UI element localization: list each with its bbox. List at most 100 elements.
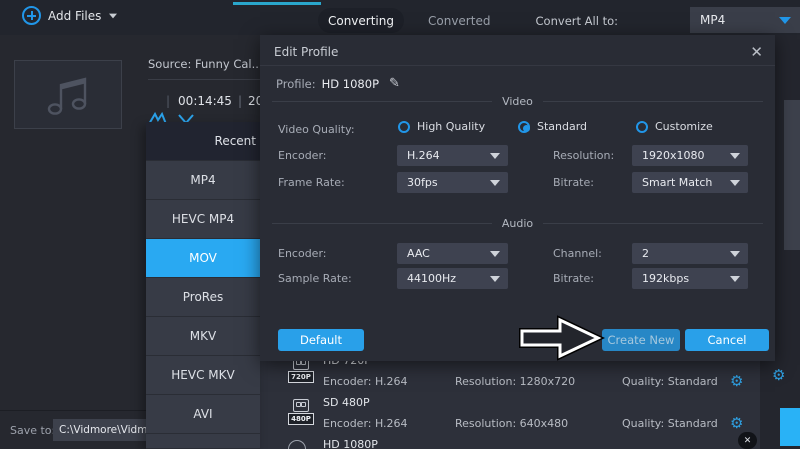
separator: | bbox=[232, 94, 248, 108]
profile-encoder: Encoder: H.264 bbox=[323, 417, 408, 430]
format-item-hevc-mkv[interactable]: HEVC MKV bbox=[146, 356, 260, 394]
media-toolbar-icons[interactable] bbox=[146, 110, 206, 122]
audio-bitrate-dropdown[interactable]: 192kbps bbox=[632, 268, 748, 289]
resolution-badge: 480P bbox=[288, 413, 314, 425]
resolution-dropdown[interactable]: 1920x1080 bbox=[632, 145, 748, 166]
video-file-icon bbox=[288, 440, 306, 449]
default-button[interactable]: Default bbox=[278, 329, 364, 351]
resolution-label: Resolution: bbox=[553, 149, 614, 162]
plus-circle-icon bbox=[22, 6, 41, 25]
profile-list-panel: 720P HD 720P Encoder: H.264 Resolution: … bbox=[260, 352, 760, 449]
frame-rate-label: Frame Rate: bbox=[278, 176, 345, 189]
save-to-path-input[interactable]: C:\Vidmore\Vidmor bbox=[53, 419, 160, 441]
dropdown-value: 44100Hz bbox=[407, 272, 456, 285]
profile-row-hd1080p[interactable]: HD 1080P bbox=[260, 436, 760, 449]
audio-section-header: Audio bbox=[272, 217, 763, 230]
video-encoder-dropdown[interactable]: H.264 bbox=[397, 145, 508, 166]
save-to-label: Save to: bbox=[10, 424, 55, 437]
chevron-down-icon bbox=[779, 17, 791, 24]
format-item-hevc-mp4[interactable]: HEVC MP4 bbox=[146, 200, 260, 238]
profile-name: SD 480P bbox=[323, 396, 370, 409]
resolution-badge: 720P bbox=[288, 371, 314, 383]
tab-converted-label: Converted bbox=[428, 14, 490, 28]
tab-converting-label: Converting bbox=[328, 14, 394, 28]
scrollbar-track[interactable] bbox=[784, 100, 800, 250]
format-list-panel: Recent MP4 HEVC MP4 MOV ProRes MKV HEVC … bbox=[146, 122, 260, 449]
media-thumbnail bbox=[14, 60, 122, 129]
dropdown-value: 2 bbox=[642, 247, 649, 260]
audio-encoder-dropdown[interactable]: AAC bbox=[397, 243, 508, 264]
chevron-down-icon bbox=[490, 276, 500, 282]
radio-label: High Quality bbox=[417, 120, 485, 133]
video-file-icon: 720P bbox=[288, 357, 314, 387]
radio-standard[interactable]: Standard bbox=[518, 120, 587, 133]
radio-label: Standard bbox=[537, 120, 587, 133]
tab-converted[interactable]: Converted bbox=[428, 8, 490, 33]
chevron-down-icon bbox=[490, 180, 500, 186]
chevron-down-icon bbox=[490, 251, 500, 257]
profile-resolution: Resolution: 1280x720 bbox=[455, 375, 575, 388]
video-file-icon: 480P bbox=[288, 399, 314, 429]
format-item-mp4[interactable]: MP4 bbox=[146, 161, 260, 199]
save-to-path-value: C:\Vidmore\Vidmor bbox=[59, 424, 158, 436]
profile-encoder: Encoder: H.264 bbox=[323, 375, 408, 388]
sample-rate-dropdown[interactable]: 44100Hz bbox=[397, 268, 508, 289]
convert-all-format-dropdown[interactable]: MP4 bbox=[690, 7, 800, 33]
chevron-down-icon bbox=[730, 251, 740, 257]
video-bitrate-dropdown[interactable]: Smart Match bbox=[632, 172, 748, 193]
channel-label: Channel: bbox=[553, 247, 602, 260]
radio-circle-icon bbox=[636, 121, 648, 133]
profile-label: Profile: bbox=[276, 77, 316, 91]
profile-quality: Quality: Standard bbox=[622, 375, 718, 388]
format-item-prores[interactable]: ProRes bbox=[146, 278, 260, 316]
chevron-down-icon bbox=[179, 115, 193, 122]
frame-rate-dropdown[interactable]: 30fps bbox=[397, 172, 508, 193]
partial-blue-button[interactable] bbox=[780, 408, 800, 446]
radio-label: Customize bbox=[655, 120, 713, 133]
profile-value: HD 1080P bbox=[322, 77, 379, 91]
profile-resolution: Resolution: 640x480 bbox=[455, 417, 568, 430]
chevron-down-icon bbox=[109, 13, 117, 18]
radio-circle-icon bbox=[518, 121, 530, 133]
cut-icon bbox=[149, 114, 166, 122]
video-section-header: Video bbox=[272, 95, 763, 108]
profile-row-sd480p[interactable]: 480P SD 480P Encoder: H.264 Resolution: … bbox=[260, 394, 760, 434]
dropdown-value: 30fps bbox=[407, 176, 438, 189]
create-new-button[interactable]: Create New bbox=[602, 329, 680, 351]
dropdown-value: Smart Match bbox=[642, 176, 712, 189]
format-list-header: Recent bbox=[146, 122, 260, 160]
dropdown-value: 1920x1080 bbox=[642, 149, 705, 162]
convert-all-format-value: MP4 bbox=[700, 13, 725, 27]
encoder-label: Encoder: bbox=[278, 149, 327, 162]
dialog-close-icon[interactable]: ✕ bbox=[750, 43, 763, 61]
chevron-down-icon bbox=[490, 153, 500, 159]
profile-settings-gear-icon[interactable]: ⚙ bbox=[730, 374, 743, 389]
add-files-button[interactable]: Add Files bbox=[22, 6, 118, 25]
chevron-down-icon bbox=[730, 180, 740, 186]
format-item-mov[interactable]: MOV bbox=[146, 239, 260, 277]
cancel-button[interactable]: Cancel bbox=[685, 329, 769, 351]
settings-gear-icon[interactable]: ⚙ bbox=[772, 366, 785, 384]
channel-dropdown[interactable]: 2 bbox=[632, 243, 748, 264]
tab-converting[interactable]: Converting bbox=[318, 8, 404, 33]
sample-rate-label: Sample Rate: bbox=[278, 272, 352, 285]
panel-filler bbox=[146, 434, 260, 448]
radio-circle-icon bbox=[398, 121, 410, 133]
audio-bitrate-label: Bitrate: bbox=[553, 272, 594, 285]
dropdown-value: AAC bbox=[407, 247, 430, 260]
separator: | bbox=[166, 94, 178, 108]
divider bbox=[148, 79, 260, 80]
add-files-label: Add Files bbox=[48, 9, 101, 23]
profile-name: HD 1080P bbox=[323, 438, 378, 449]
music-note-icon bbox=[43, 73, 93, 117]
format-item-avi[interactable]: AVI bbox=[146, 395, 260, 433]
dropdown-value: 192kbps bbox=[642, 272, 689, 285]
close-panel-button[interactable]: ✕ bbox=[738, 432, 757, 449]
profile-settings-gear-icon[interactable]: ⚙ bbox=[730, 416, 743, 431]
edit-pencil-icon[interactable]: ✎ bbox=[389, 76, 400, 91]
dialog-title: Edit Profile bbox=[274, 45, 338, 59]
radio-high-quality[interactable]: High Quality bbox=[398, 120, 485, 133]
radio-customize[interactable]: Customize bbox=[636, 120, 713, 133]
chevron-down-icon bbox=[730, 153, 740, 159]
format-item-mkv[interactable]: MKV bbox=[146, 317, 260, 355]
